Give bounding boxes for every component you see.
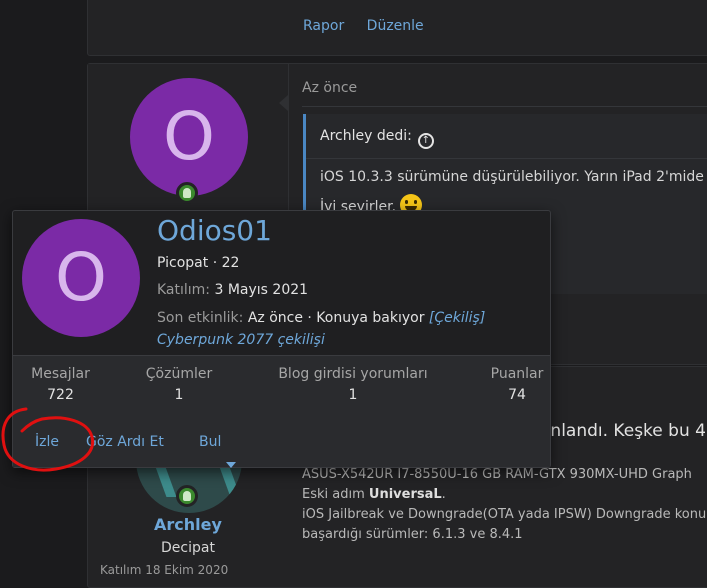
quote-line: iOS 10.3.3 sürümüne düşürülebiliyor. Yar…: [320, 169, 704, 185]
avatar[interactable]: O: [130, 78, 248, 196]
member-tooltip-card: O Odios01 Picopat · 22 Katılım: 3 Mayıs …: [12, 210, 551, 468]
watch-button[interactable]: İzle: [35, 434, 59, 450]
quote-header[interactable]: Archley dedi: ↑: [320, 128, 434, 149]
user-title: Decipat: [161, 540, 215, 556]
last-activity: Son etkinlik: Az önce · Konuya bakıyor […: [157, 307, 542, 351]
signature-text: .: [441, 487, 446, 502]
join-date: Katılım 18 Ekim 2020: [100, 563, 229, 577]
find-menu-button[interactable]: Bul: [199, 434, 237, 468]
member-actions: İzle Göz Ardı Et Bul: [13, 412, 550, 468]
join-info: Katılım: 3 Mayıs 2021: [157, 282, 308, 298]
online-status-icon: [176, 485, 198, 507]
stat-label: Çözümler: [145, 366, 213, 382]
arrow-up-circle-icon[interactable]: ↑: [417, 133, 434, 149]
user-title: Picopat · 22: [157, 255, 240, 271]
online-status-icon: [176, 182, 198, 204]
signature-line: Eski adım UniversaL.: [302, 485, 707, 505]
stat-points[interactable]: Puanlar 74: [487, 366, 547, 403]
activity-time: Az önce · Konuya bakıyor: [247, 310, 425, 326]
stat-value: 1: [348, 387, 358, 403]
find-label: Bul: [199, 434, 222, 450]
stat-value: 1: [174, 387, 184, 403]
divider: [302, 106, 707, 107]
divider: [306, 158, 707, 159]
activity-label: Son etkinlik:: [157, 310, 244, 326]
member-stats: Mesajlar 722 Çözümler 1 Blog girdisi yor…: [13, 355, 550, 413]
quote-author: Archley dedi:: [320, 128, 412, 144]
message-pointer: [279, 95, 288, 111]
stat-label: Blog girdisi yorumları: [278, 366, 428, 382]
ignore-button[interactable]: Göz Ardı Et: [86, 434, 164, 450]
signature-text: Eski adım: [302, 487, 369, 502]
post-text: anlandı. Keşke bu 4: [540, 421, 706, 441]
stat-label: Mesajlar: [31, 366, 90, 382]
username-link[interactable]: Odios01: [157, 214, 272, 247]
stat-value: 722: [47, 387, 74, 403]
username-link[interactable]: Archley: [88, 515, 288, 534]
edit-link[interactable]: Düzenle: [367, 18, 424, 34]
stat-value: 74: [508, 387, 526, 403]
signature-line: ASUS-X542UR I7-8550U-16 GB RAM-GTX 930MX…: [302, 467, 692, 482]
signature-line: iOS Jailbreak ve Downgrade(OTA yada IPSW…: [302, 507, 707, 522]
stat-solutions[interactable]: Çözümler 1: [139, 366, 219, 403]
signature-bold-text: UniversaL: [368, 487, 442, 502]
stat-blog-comments[interactable]: Blog girdisi yorumları 1: [268, 366, 438, 403]
post-previous: Rapor Düzenle: [87, 0, 707, 56]
post-actions: Rapor Düzenle: [303, 18, 442, 34]
stat-messages[interactable]: Mesajlar 722: [23, 366, 98, 403]
post-timestamp[interactable]: Az önce: [302, 80, 357, 96]
signature-line: başardığı sürümler: 6.1.3 ve 8.4.1: [302, 527, 523, 542]
report-link[interactable]: Rapor: [303, 18, 344, 34]
avatar[interactable]: O: [22, 219, 140, 337]
join-label: Katılım:: [157, 282, 211, 298]
stat-label: Puanlar: [490, 366, 544, 382]
caret-down-icon: [226, 462, 237, 468]
join-date: 3 Mayıs 2021: [214, 282, 309, 298]
signature: ASUS-X542UR I7-8550U-16 GB RAM-GTX 930MX…: [302, 465, 707, 545]
